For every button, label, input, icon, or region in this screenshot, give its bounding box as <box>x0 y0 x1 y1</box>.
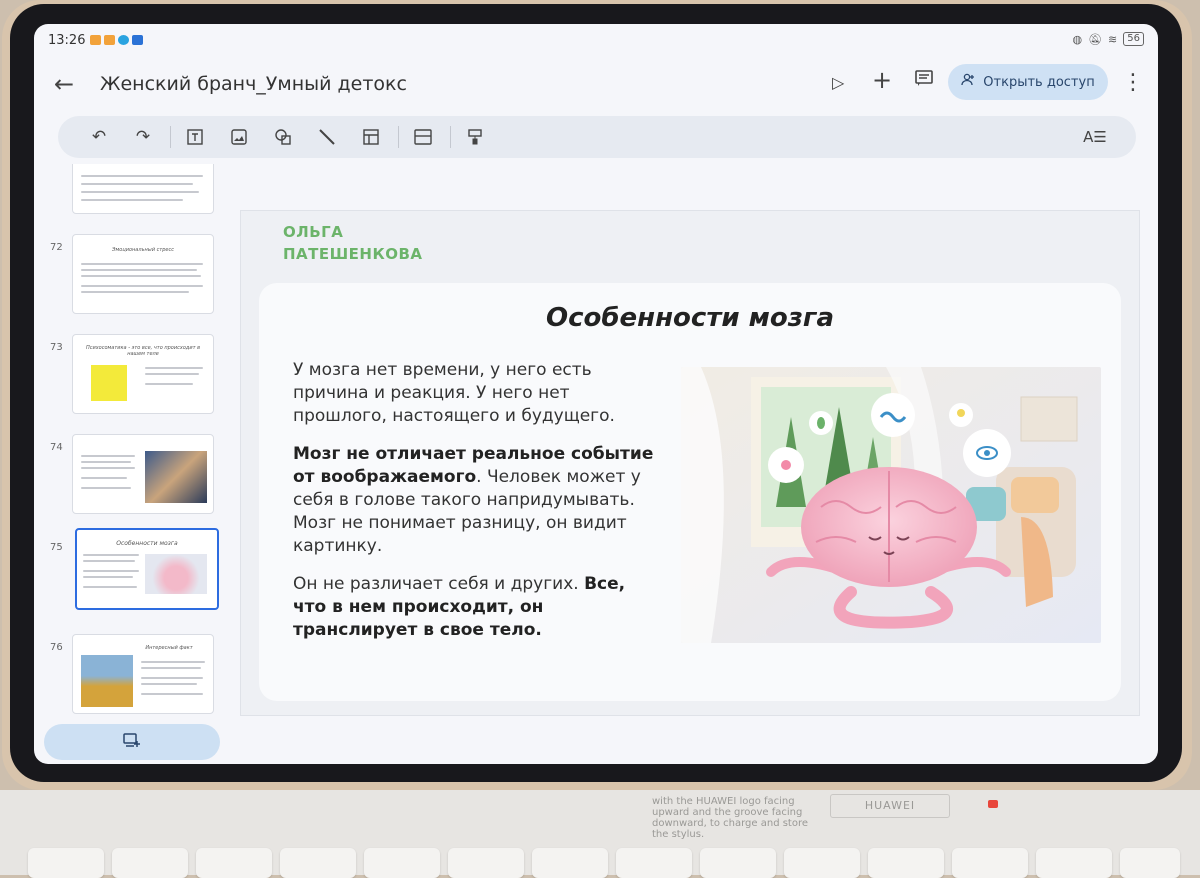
keyboard-key[interactable] <box>1036 848 1112 878</box>
redo-icon[interactable]: ↷ <box>128 122 158 152</box>
keyboard-key[interactable] <box>1120 848 1180 878</box>
keyboard-key[interactable] <box>28 848 104 878</box>
keyboard-key[interactable] <box>952 848 1028 878</box>
slide-canvas[interactable]: ОЛЬГА ПАТЕШЕНКОВА Особенности мозга У мо… <box>240 210 1140 716</box>
notification-icons <box>90 35 143 45</box>
back-arrow-icon[interactable]: ← <box>54 70 74 98</box>
keyboard-cover: with the HUAWEI logo facing upward and t… <box>0 790 1200 878</box>
toolbar-divider <box>450 126 451 148</box>
mute-icon: 🔕︎ <box>1088 32 1103 46</box>
more-options-icon[interactable]: ⋮ <box>1122 70 1144 95</box>
slide-number: 75 <box>50 542 63 553</box>
slide-thumbnail-panel: 72 Эмоциональный стресс 73 Психосоматика… <box>34 164 234 724</box>
play-icon[interactable]: ▷ <box>832 73 844 92</box>
keyboard-key[interactable] <box>784 848 860 878</box>
keyboard-key[interactable] <box>280 848 356 878</box>
thumbnail-image <box>81 655 133 707</box>
app-bar: ← Женский бранч_Умный детокс ▷ + Открыть… <box>34 64 1158 108</box>
toolbar-divider <box>170 126 171 148</box>
slide-number: 73 <box>50 342 63 353</box>
keyboard-key[interactable] <box>196 848 272 878</box>
keyboard-key[interactable] <box>868 848 944 878</box>
slide-thumbnail[interactable]: Психосоматика - это все, что происходит … <box>72 334 214 414</box>
document-title[interactable]: Женский бранч_Умный детокс <box>100 73 407 95</box>
author-name: ОЛЬГА ПАТЕШЕНКОВА <box>283 221 423 265</box>
slide-number: 74 <box>50 442 63 453</box>
paragraph-3-text: Он не различает себя и других. <box>293 574 585 594</box>
slide-title[interactable]: Особенности мозга <box>259 303 1121 333</box>
slide-number: 72 <box>50 242 63 253</box>
thumbnail-title: Особенности мозга <box>116 540 178 547</box>
indicator-light <box>988 800 998 808</box>
telegram-icon <box>118 35 129 45</box>
keyboard-key[interactable] <box>700 848 776 878</box>
layout-icon[interactable] <box>408 122 438 152</box>
undo-icon[interactable]: ↶ <box>84 122 114 152</box>
line-icon[interactable] <box>312 122 342 152</box>
thumbnail-image <box>145 451 207 503</box>
stylus-instruction-sticker: with the HUAWEI logo facing upward and t… <box>652 796 809 840</box>
editing-toolbar: ↶ ↷ A☰ <box>58 116 1136 158</box>
slide-thumbnail[interactable]: Интересный факт <box>72 634 214 714</box>
share-access-button[interactable]: Открыть доступ <box>948 64 1108 100</box>
comment-icon[interactable] <box>914 68 934 93</box>
brand-label: HUAWEI <box>830 794 950 818</box>
share-access-label: Открыть доступ <box>983 74 1095 90</box>
tablet-screen: 13:26 ◍ 🔕︎ ≋ 56 ← Женский бранч_Умный де… <box>34 24 1158 764</box>
meditating-brain-illustration[interactable] <box>681 367 1101 643</box>
text-format-icon[interactable]: A☰ <box>1080 122 1110 152</box>
keyboard-key[interactable] <box>616 848 692 878</box>
table-icon[interactable] <box>356 122 386 152</box>
author-first-name: ОЛЬГА <box>283 223 344 241</box>
keyboard-key[interactable] <box>448 848 524 878</box>
keyboard-key[interactable] <box>364 848 440 878</box>
author-last-name: ПАТЕШЕНКОВА <box>283 245 423 263</box>
paragraph-1[interactable]: У мозга нет времени, у него есть причина… <box>293 359 663 428</box>
slide-content-card: Особенности мозга У мозга нет времени, у… <box>259 283 1121 701</box>
paragraph-3[interactable]: Он не различает себя и других. Все, что … <box>293 573 663 642</box>
toolbar-divider <box>398 126 399 148</box>
text-box-icon[interactable] <box>180 122 210 152</box>
wifi-icon: ≋ <box>1108 32 1118 46</box>
slide-thumbnail[interactable] <box>72 164 214 214</box>
mail-icon <box>90 35 101 45</box>
thumbnail-title: Интересный факт <box>145 645 193 651</box>
paragraph-2[interactable]: Мозг не отличает реальное событие от воо… <box>293 443 663 558</box>
thumbnail-image <box>145 554 207 594</box>
thumbnail-title: Психосоматика - это все, что происходит … <box>85 345 201 357</box>
slide-thumbnail-selected[interactable]: Особенности мозга <box>75 528 219 610</box>
system-icons: ◍ 🔕︎ ≋ 56 <box>1072 32 1144 46</box>
shapes-icon[interactable] <box>268 122 298 152</box>
nfc-icon: ◍ <box>1072 32 1083 46</box>
thumbnail-title: Эмоциональный стресс <box>112 247 174 253</box>
add-slide-icon <box>123 732 141 752</box>
keyboard-key[interactable] <box>112 848 188 878</box>
vk-icon <box>132 35 143 45</box>
add-icon[interactable]: + <box>872 66 892 94</box>
status-bar: 13:26 ◍ 🔕︎ ≋ 56 <box>34 24 1158 56</box>
sticky-note-image <box>91 365 127 401</box>
image-icon[interactable] <box>224 122 254 152</box>
keyboard-key[interactable] <box>532 848 608 878</box>
slide-number: 76 <box>50 642 63 653</box>
slide-thumbnail[interactable] <box>72 434 214 514</box>
add-slide-button[interactable] <box>44 724 220 760</box>
mail-icon <box>104 35 115 45</box>
battery-icon: 56 <box>1123 32 1144 46</box>
add-person-icon <box>961 73 975 91</box>
status-time: 13:26 <box>48 33 86 48</box>
format-painter-icon[interactable] <box>460 122 490 152</box>
slide-thumbnail[interactable]: Эмоциональный стресс <box>72 234 214 314</box>
